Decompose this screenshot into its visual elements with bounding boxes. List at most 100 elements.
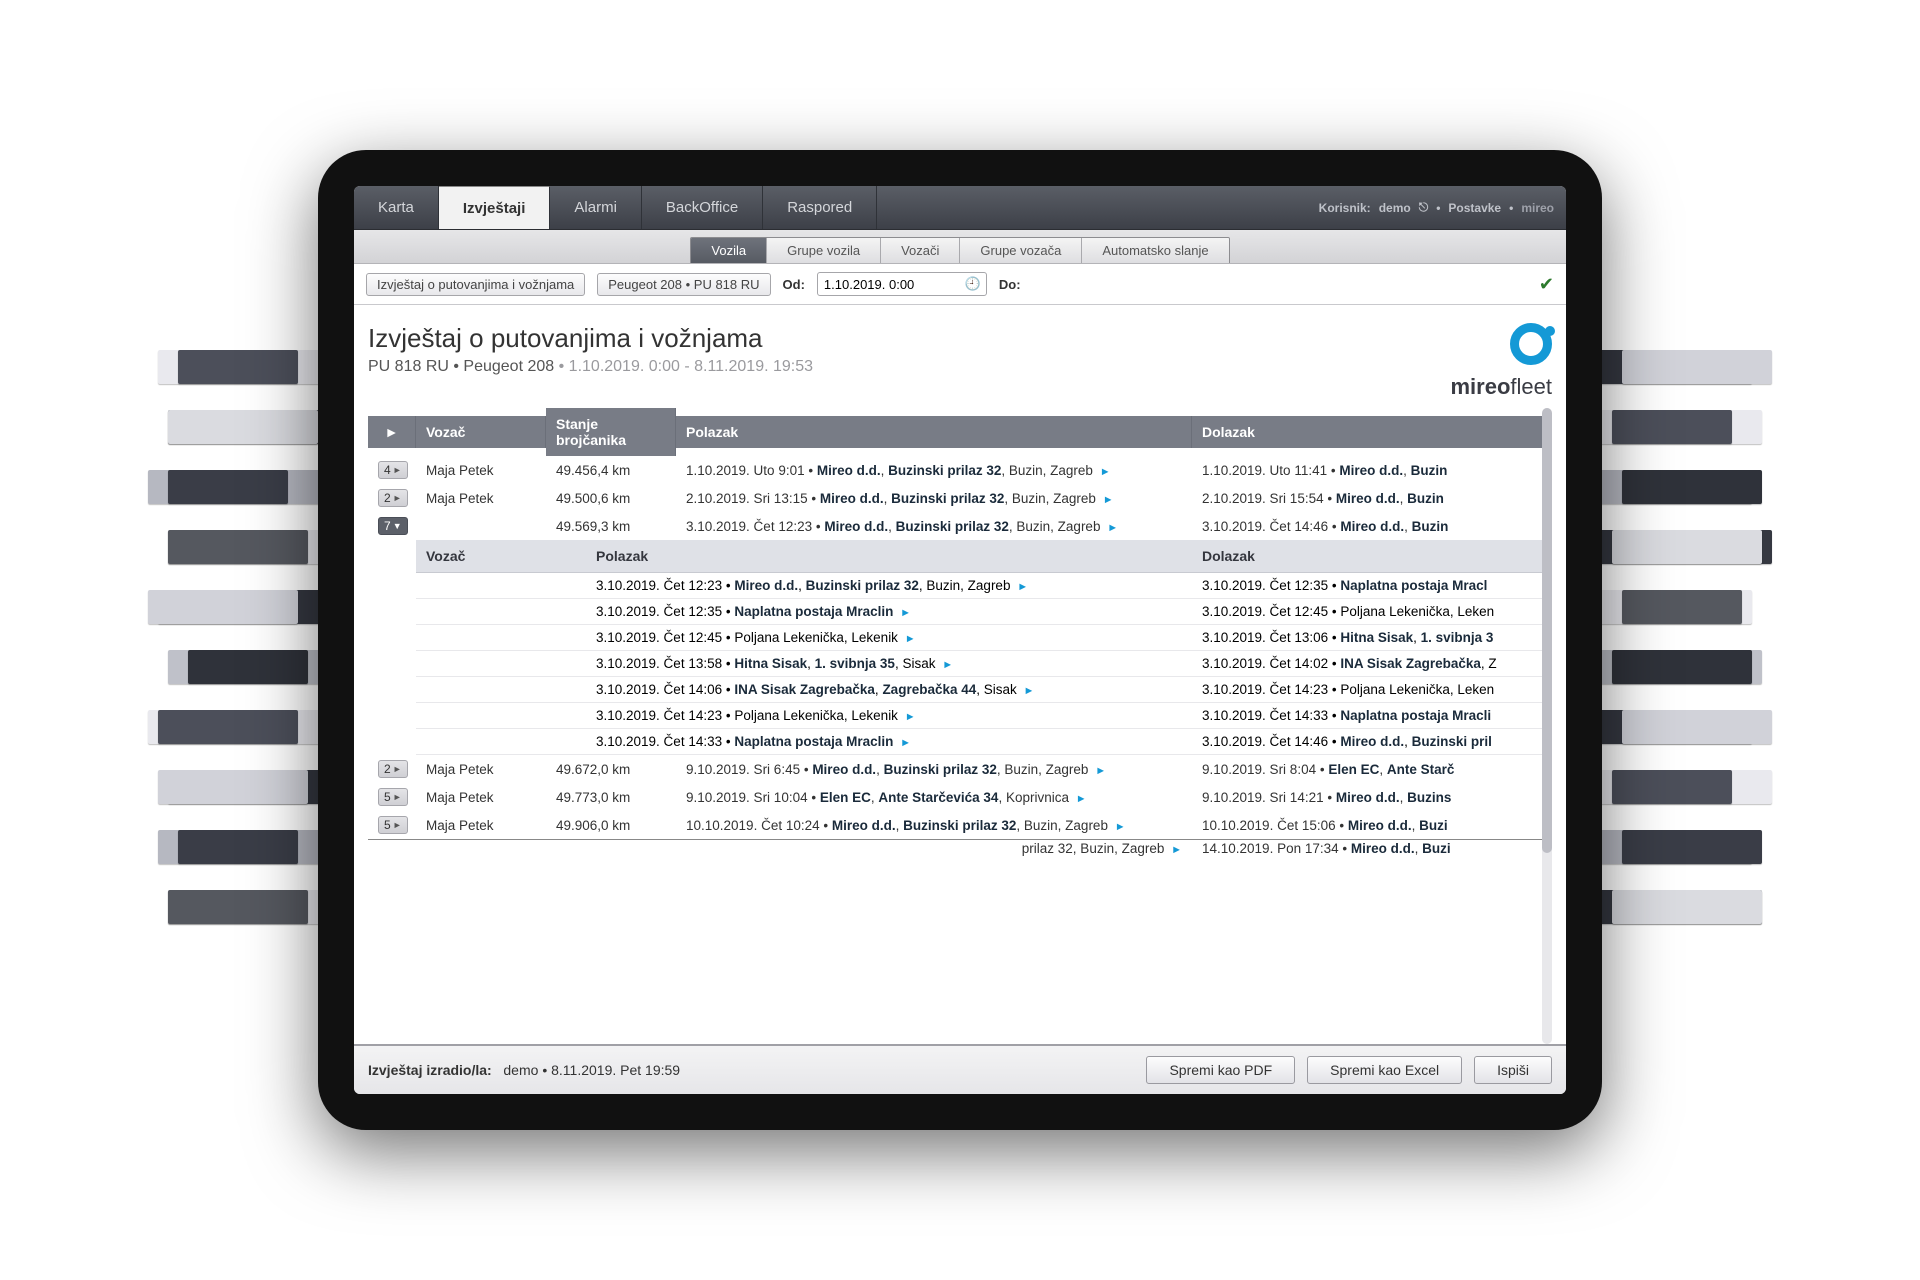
app-window: KartaIzvještajiAlarmiBackOfficeRaspored … bbox=[354, 186, 1566, 1094]
row-odo: 49.906,0 km bbox=[546, 813, 676, 838]
sub-tab-automatsko-slanje[interactable]: Automatsko slanje bbox=[1082, 238, 1228, 263]
map-arrow-icon[interactable]: ► bbox=[1017, 581, 1028, 593]
report-footer: Izvještaj izradio/la: demo • 8.11.2019. … bbox=[354, 1044, 1566, 1094]
map-arrow-icon[interactable]: ► bbox=[1115, 821, 1126, 833]
filter-row: Izvještaj o putovanjima i vožnjama Peuge… bbox=[354, 264, 1566, 305]
row-polazak: 3.10.2019. Čet 12:23 • Mireo d.d., Buzin… bbox=[676, 514, 1192, 539]
footer-user: demo bbox=[503, 1062, 538, 1078]
report-vehicle: PU 818 RU • Peugeot 208 bbox=[368, 358, 554, 375]
row-polazak: 10.10.2019. Čet 10:24 • Mireo d.d., Buzi… bbox=[676, 813, 1192, 838]
report-title: Izvještaj o putovanjima i vožnjama bbox=[368, 323, 813, 354]
vertical-scrollbar[interactable] bbox=[1542, 408, 1552, 1044]
row-polazak: 9.10.2019. Sri 6:45 • Mireo d.d., Buzins… bbox=[676, 757, 1192, 782]
map-arrow-icon[interactable]: ► bbox=[900, 607, 911, 619]
col-dolazak: Dolazak bbox=[1192, 416, 1552, 448]
row-dolazak: 10.10.2019. Čet 15:06 • Mireo d.d., Buzi bbox=[1192, 813, 1552, 838]
expand-badge[interactable]: 2 ► bbox=[378, 760, 408, 778]
row-odo: 49.773,0 km bbox=[546, 785, 676, 810]
map-arrow-icon[interactable]: ► bbox=[1100, 466, 1111, 478]
col-polazak: Polazak bbox=[676, 416, 1192, 448]
row-expand[interactable]: 5 ► bbox=[368, 783, 416, 811]
row-polazak: 1.10.2019. Uto 9:01 • Mireo d.d., Buzins… bbox=[676, 458, 1192, 483]
row-expand[interactable]: 2 ► bbox=[368, 755, 416, 783]
apply-check-icon[interactable]: ✔ bbox=[1539, 274, 1554, 295]
logo-circle-icon bbox=[1510, 323, 1552, 365]
sub-tab-grupe-vozila[interactable]: Grupe vozila bbox=[767, 238, 881, 263]
expand-badge[interactable]: 5 ► bbox=[378, 788, 408, 806]
map-arrow-icon[interactable]: ► bbox=[905, 633, 916, 645]
map-arrow-icon[interactable]: ► bbox=[1107, 522, 1118, 534]
row-odo: 49.569,3 km bbox=[546, 514, 676, 539]
row-dolazak: 2.10.2019. Sri 15:54 • Mireo d.d., Buzin bbox=[1192, 486, 1552, 511]
logout-icon[interactable]: ⎋ bbox=[1419, 200, 1429, 215]
clock-icon[interactable]: 🕘 bbox=[965, 276, 981, 292]
row-vozac bbox=[416, 521, 546, 531]
row-vozac: Maja Petek bbox=[416, 486, 546, 511]
row-expand[interactable]: 2 ► bbox=[368, 484, 416, 512]
top-right-info: Korisnik: demo ⎋ • Postavke • mireo bbox=[1319, 186, 1566, 229]
detail-col-dolazak: Dolazak bbox=[1192, 540, 1552, 573]
row-vozac: Maja Petek bbox=[416, 757, 546, 782]
expand-badge[interactable]: 7 ▼ bbox=[378, 517, 408, 535]
row-odo: 49.500,6 km bbox=[546, 486, 676, 511]
report-table-area: ►VozačStanje brojčanikaPolazakDolazak4 ►… bbox=[354, 408, 1566, 1044]
map-arrow-icon[interactable]: ► bbox=[900, 737, 911, 749]
save-pdf-button[interactable]: Spremi kao PDF bbox=[1146, 1056, 1295, 1084]
detail-col-vozac: Vozač bbox=[416, 540, 586, 573]
to-label: Do: bbox=[999, 277, 1021, 292]
row-expand[interactable]: 4 ► bbox=[368, 456, 416, 484]
brand-logo: mireofleet bbox=[1450, 323, 1552, 400]
main-tab-karta[interactable]: Karta bbox=[354, 186, 439, 229]
expand-badge[interactable]: 2 ► bbox=[378, 489, 408, 507]
report-header: Izvještaj o putovanjima i vožnjama PU 81… bbox=[354, 305, 1566, 408]
vehicle-selector[interactable]: Peugeot 208 • PU 818 RU bbox=[597, 273, 770, 296]
main-tab-backoffice[interactable]: BackOffice bbox=[642, 186, 763, 229]
map-arrow-icon[interactable]: ► bbox=[1076, 793, 1087, 805]
user-name: demo bbox=[1379, 201, 1411, 215]
main-tab-raspored[interactable]: Raspored bbox=[763, 186, 877, 229]
brand-label: mireo bbox=[1521, 201, 1554, 215]
footer-generated-label: Izvještaj izradio/la: bbox=[368, 1062, 492, 1078]
settings-link[interactable]: Postavke bbox=[1448, 201, 1501, 215]
sub-tab-vozači[interactable]: Vozači bbox=[881, 238, 960, 263]
detail-col-polazak: Polazak bbox=[586, 540, 1192, 573]
row-polazak: 2.10.2019. Sri 13:15 • Mireo d.d., Buzin… bbox=[676, 486, 1192, 511]
report-type-selector[interactable]: Izvještaj o putovanjima i vožnjama bbox=[366, 273, 585, 296]
map-arrow-icon[interactable]: ► bbox=[1095, 765, 1106, 777]
user-prefix-label: Korisnik: bbox=[1319, 201, 1371, 215]
row-expand[interactable]: 5 ► bbox=[368, 811, 416, 839]
main-tab-izvještaji[interactable]: Izvještaji bbox=[439, 186, 551, 229]
map-arrow-icon[interactable]: ► bbox=[905, 711, 916, 723]
row-polazak: 9.10.2019. Sri 10:04 • Elen EC, Ante Sta… bbox=[676, 785, 1192, 810]
col-vozac: Vozač bbox=[416, 416, 546, 448]
tablet-frame: KartaIzvještajiAlarmiBackOfficeRaspored … bbox=[318, 150, 1602, 1130]
expand-badge[interactable]: 5 ► bbox=[378, 816, 408, 834]
row-vozac: Maja Petek bbox=[416, 813, 546, 838]
row-vozac: Maja Petek bbox=[416, 785, 546, 810]
footer-timestamp: 8.11.2019. Pet 19:59 bbox=[551, 1062, 680, 1078]
detail-subtable: VozačPolazakDolazak3.10.2019. Čet 12:23 … bbox=[368, 540, 1552, 755]
map-arrow-icon[interactable]: ► bbox=[942, 659, 953, 671]
row-odo: 49.672,0 km bbox=[546, 757, 676, 782]
save-excel-button[interactable]: Spremi kao Excel bbox=[1307, 1056, 1462, 1084]
row-vozac: Maja Petek bbox=[416, 458, 546, 483]
cutoff-row: prilaz 32, Buzin, Zagreb ►14.10.2019. Po… bbox=[368, 839, 1552, 857]
row-dolazak: 9.10.2019. Sri 8:04 • Elen EC, Ante Star… bbox=[1192, 757, 1552, 782]
sub-tabbar: VozilaGrupe vozilaVozačiGrupe vozačaAuto… bbox=[354, 230, 1566, 264]
row-dolazak: 3.10.2019. Čet 14:46 • Mireo d.d., Buzin bbox=[1192, 514, 1552, 539]
map-arrow-icon[interactable]: ► bbox=[1103, 494, 1114, 506]
col-expand[interactable]: ► bbox=[368, 416, 416, 448]
row-dolazak: 9.10.2019. Sri 14:21 • Mireo d.d., Buzin… bbox=[1192, 785, 1552, 810]
from-date-input[interactable] bbox=[817, 272, 987, 296]
print-button[interactable]: Ispiši bbox=[1474, 1056, 1552, 1084]
main-tab-alarmi[interactable]: Alarmi bbox=[550, 186, 642, 229]
map-arrow-icon[interactable]: ► bbox=[1024, 685, 1035, 697]
row-odo: 49.456,4 km bbox=[546, 458, 676, 483]
report-date-range: 1.10.2019. 0:00 - 8.11.2019. 19:53 bbox=[569, 358, 813, 375]
sub-tab-vozila[interactable]: Vozila bbox=[691, 238, 767, 263]
sub-tab-grupe-vozača[interactable]: Grupe vozača bbox=[960, 238, 1082, 263]
col-stanje: Stanje brojčanika bbox=[546, 408, 676, 456]
main-tabbar: KartaIzvještajiAlarmiBackOfficeRaspored … bbox=[354, 186, 1566, 230]
expand-badge[interactable]: 4 ► bbox=[378, 461, 408, 479]
row-expand[interactable]: 7 ▼ bbox=[368, 512, 416, 540]
